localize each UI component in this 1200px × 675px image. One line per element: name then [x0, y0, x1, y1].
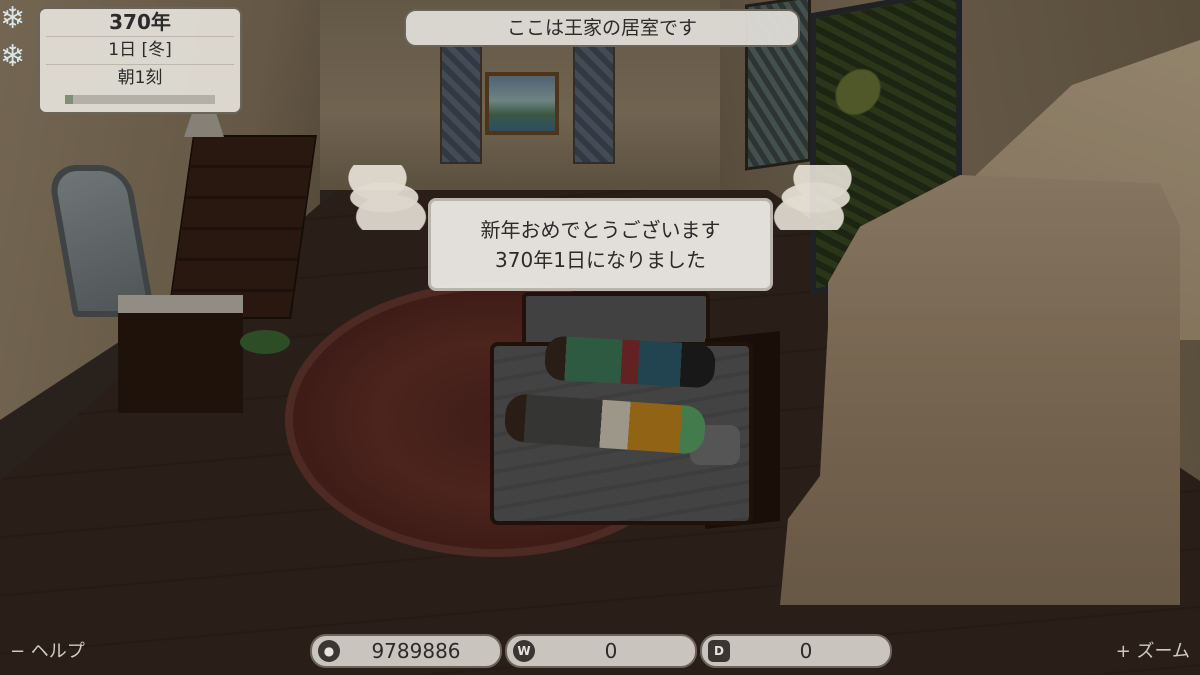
- time-progress-fill: [65, 95, 73, 104]
- snowflake-icon: ❄ ❄: [0, 1, 26, 74]
- year-label: 370年: [46, 9, 234, 37]
- zoom-button[interactable]: + ズーム: [1116, 637, 1190, 663]
- gold-counter: ● 9789886: [310, 634, 502, 668]
- message-line-2: 370年1日になりました: [495, 248, 706, 272]
- message-dialog[interactable]: 新年おめでとうございます 370年1日になりました: [428, 198, 773, 291]
- time-of-day-label: 朝1刻: [117, 68, 163, 88]
- day-label: 1日 [冬]: [46, 37, 234, 65]
- w-coin-icon: W: [513, 640, 535, 662]
- w-points-value: 0: [604, 639, 618, 663]
- gold-value: 9789886: [371, 639, 461, 663]
- wing-ornament-right: [755, 165, 890, 230]
- d-points-counter: D 0: [700, 634, 892, 668]
- location-banner: ここは王家の居室です: [404, 9, 800, 47]
- help-button[interactable]: − ヘルプ: [10, 637, 85, 663]
- date-panel: 370年 1日 [冬] 朝1刻: [38, 7, 242, 114]
- wing-ornament-left: [310, 165, 445, 230]
- d-points-value: 0: [799, 639, 813, 663]
- w-points-counter: W 0: [505, 634, 697, 668]
- d-badge-icon: D: [708, 640, 730, 662]
- message-line-1: 新年おめでとうございます: [480, 218, 721, 242]
- time-progress-bar: [65, 95, 215, 104]
- coin-icon: ●: [318, 640, 340, 662]
